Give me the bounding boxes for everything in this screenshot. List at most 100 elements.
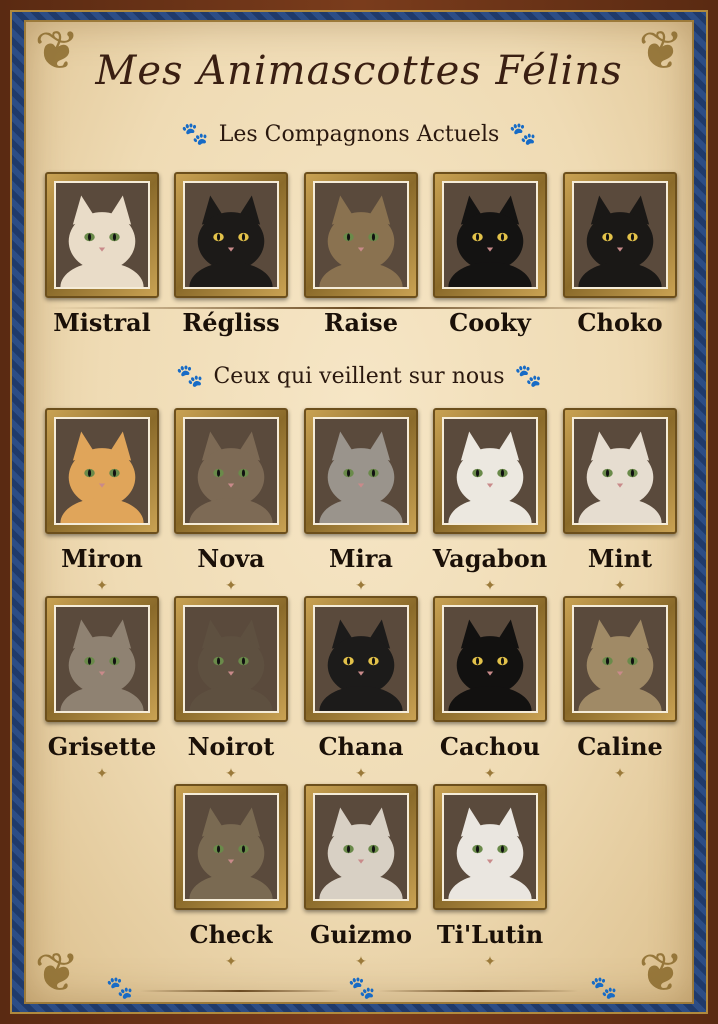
star-ornament-icon: ✦ xyxy=(225,954,237,970)
cat-icon xyxy=(315,795,407,899)
paw-icon: 🐾 xyxy=(176,364,204,389)
cat-photo-chana xyxy=(304,596,418,722)
cat-name-label: Noirot xyxy=(187,732,275,761)
cat-icon xyxy=(185,183,277,287)
cat-photo-frame xyxy=(54,181,150,289)
cat-name-label: Régliss xyxy=(182,308,280,337)
star-ornament-icon: ✦ xyxy=(355,954,367,970)
cat-icon xyxy=(185,419,277,523)
cat-name-label: Mistral xyxy=(53,308,151,337)
star-ornament-icon: ✦ xyxy=(225,578,237,594)
star-ornament-icon: ✦ xyxy=(96,766,108,782)
cat-icon xyxy=(574,419,666,523)
cat-photo-vagabon xyxy=(433,408,547,534)
cat-photo-raise xyxy=(304,172,418,298)
cat-photo-mira xyxy=(304,408,418,534)
cat-icon xyxy=(315,607,407,711)
cat-photo-guizmo xyxy=(304,784,418,910)
cat-photo-caline xyxy=(563,596,677,722)
cat-icon xyxy=(185,607,277,711)
cat-icon xyxy=(56,183,148,287)
star-ornament-icon: ✦ xyxy=(614,766,626,782)
star-ornament-icon: ✦ xyxy=(355,578,367,594)
cat-name-label: Caline xyxy=(577,732,663,761)
cat-photo-frame xyxy=(54,605,150,713)
cat-photo-rgliss xyxy=(174,172,288,298)
footer-divider xyxy=(140,990,340,992)
paw-icon: 🐾 xyxy=(509,122,537,147)
cat-name-label: Choko xyxy=(577,308,663,337)
cat-photo-grisette xyxy=(45,596,159,722)
cat-name-label: Mint xyxy=(587,544,653,573)
paw-icon: 🐾 xyxy=(590,976,618,1001)
cat-photo-mint xyxy=(563,408,677,534)
cat-photo-choko xyxy=(563,172,677,298)
cat-photo-frame xyxy=(183,181,279,289)
cat-icon xyxy=(315,419,407,523)
cat-photo-frame xyxy=(54,417,150,525)
cat-photo-check xyxy=(174,784,288,910)
cat-photo-frame xyxy=(442,605,538,713)
footer-divider xyxy=(378,990,578,992)
cat-name-label: Mira xyxy=(329,544,393,573)
cat-name-label: Check xyxy=(189,920,273,949)
cat-icon xyxy=(185,795,277,899)
cat-photo-frame xyxy=(313,605,409,713)
star-ornament-icon: ✦ xyxy=(614,578,626,594)
cat-name-label: Grisette xyxy=(47,732,157,761)
cat-photo-frame xyxy=(572,181,668,289)
cat-icon xyxy=(444,795,536,899)
cat-name-label: Ti'Lutin xyxy=(436,920,544,949)
cat-photo-frame xyxy=(313,181,409,289)
paw-icon: 🐾 xyxy=(514,364,542,389)
cat-photo-frame xyxy=(313,793,409,901)
cat-name-label: Raise xyxy=(324,308,398,337)
cat-icon xyxy=(444,607,536,711)
cat-photo-frame xyxy=(572,605,668,713)
corner-ornament-icon: ❦ xyxy=(638,941,684,1004)
cat-photo-frame xyxy=(313,417,409,525)
paw-icon: 🐾 xyxy=(181,122,209,147)
cat-icon xyxy=(444,183,536,287)
cat-name-label: Nova xyxy=(197,544,265,573)
cat-photo-frame xyxy=(442,181,538,289)
cat-icon xyxy=(56,607,148,711)
cat-icon xyxy=(444,419,536,523)
cat-name-label: Chana xyxy=(318,732,404,761)
cat-photo-miron xyxy=(45,408,159,534)
cat-photo-frame xyxy=(183,417,279,525)
cat-photo-frame xyxy=(183,793,279,901)
cat-name-label: Vagabon xyxy=(432,544,548,573)
cat-icon xyxy=(574,183,666,287)
star-ornament-icon: ✦ xyxy=(484,578,496,594)
cat-photo-mistral xyxy=(45,172,159,298)
star-ornament-icon: ✦ xyxy=(96,578,108,594)
star-ornament-icon: ✦ xyxy=(225,766,237,782)
cat-photo-frame xyxy=(183,605,279,713)
cat-name-label: Miron xyxy=(61,544,143,573)
cat-photo-frame xyxy=(572,417,668,525)
cat-icon xyxy=(574,607,666,711)
cat-photo-cachou xyxy=(433,596,547,722)
cat-name-label: Cooky xyxy=(449,308,531,337)
cat-name-label: Cachou xyxy=(439,732,541,761)
star-ornament-icon: ✦ xyxy=(484,954,496,970)
divider xyxy=(50,307,668,309)
cat-icon xyxy=(56,419,148,523)
cat-photo-frame xyxy=(442,417,538,525)
star-ornament-icon: ✦ xyxy=(484,766,496,782)
page-title: Mes Animascottes Félins xyxy=(95,48,623,94)
section-memorial-title: 🐾 Ceux qui veillent sur nous 🐾 xyxy=(0,364,718,389)
star-ornament-icon: ✦ xyxy=(355,766,367,782)
corner-ornament-icon: ❦ xyxy=(34,941,80,1004)
section-current-label: Les Compagnons Actuels xyxy=(218,122,500,147)
cat-name-label: Guizmo xyxy=(309,920,413,949)
section-memorial-label: Ceux qui veillent sur nous xyxy=(213,364,505,389)
cat-photo-noirot xyxy=(174,596,288,722)
paw-icon: 🐾 xyxy=(106,976,134,1001)
cat-icon xyxy=(315,183,407,287)
cat-photo-cooky xyxy=(433,172,547,298)
cat-photo-tilutin xyxy=(433,784,547,910)
cat-photo-frame xyxy=(442,793,538,901)
paw-icon: 🐾 xyxy=(348,976,376,1001)
